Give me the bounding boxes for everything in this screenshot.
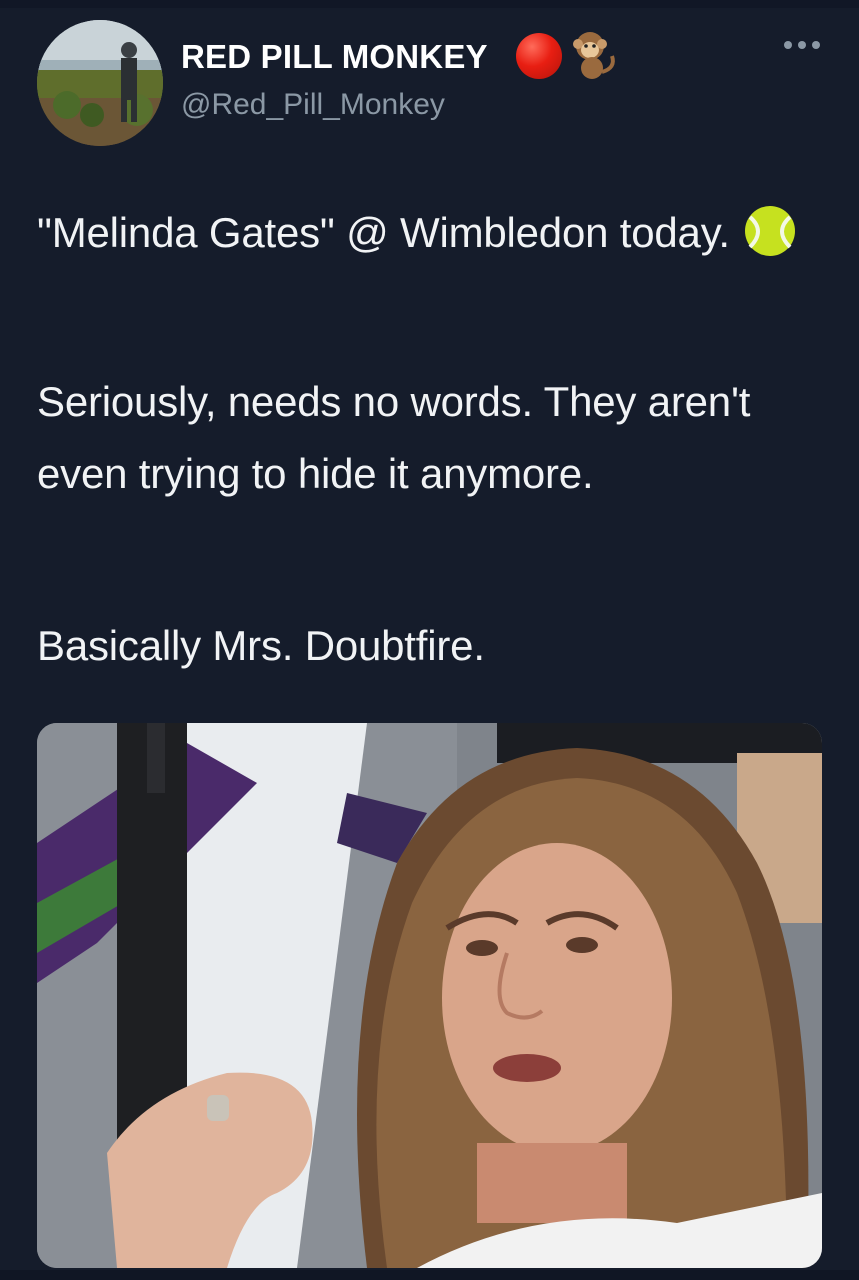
more-options-icon[interactable] <box>784 38 820 52</box>
tennis-ball-icon <box>744 205 796 257</box>
tweet-paragraph-3: Basically Mrs. Doubtfire. <box>37 622 485 669</box>
tweet-paragraph-1: "Melinda Gates" @ Wimbledon today. <box>37 197 817 269</box>
monkey-icon <box>570 28 618 82</box>
tweet-photo[interactable] <box>37 723 822 1268</box>
author-name[interactable]: RED PILL MONKEY <box>181 38 488 76</box>
bottom-divider <box>0 1270 859 1280</box>
author-handle[interactable]: @Red_Pill_Monkey <box>181 88 445 122</box>
tweet-paragraph-2: Seriously, needs no words. They aren't e… <box>37 378 751 497</box>
tweet-paragraph-1-text: "Melinda Gates" @ Wimbledon today. <box>37 209 730 256</box>
red-circle-icon <box>516 33 562 79</box>
avatar[interactable] <box>37 20 163 146</box>
tweet-card: RED PILL MONKEY @Red_Pill_Monkey "Melind… <box>0 8 859 1270</box>
top-divider <box>0 0 859 8</box>
